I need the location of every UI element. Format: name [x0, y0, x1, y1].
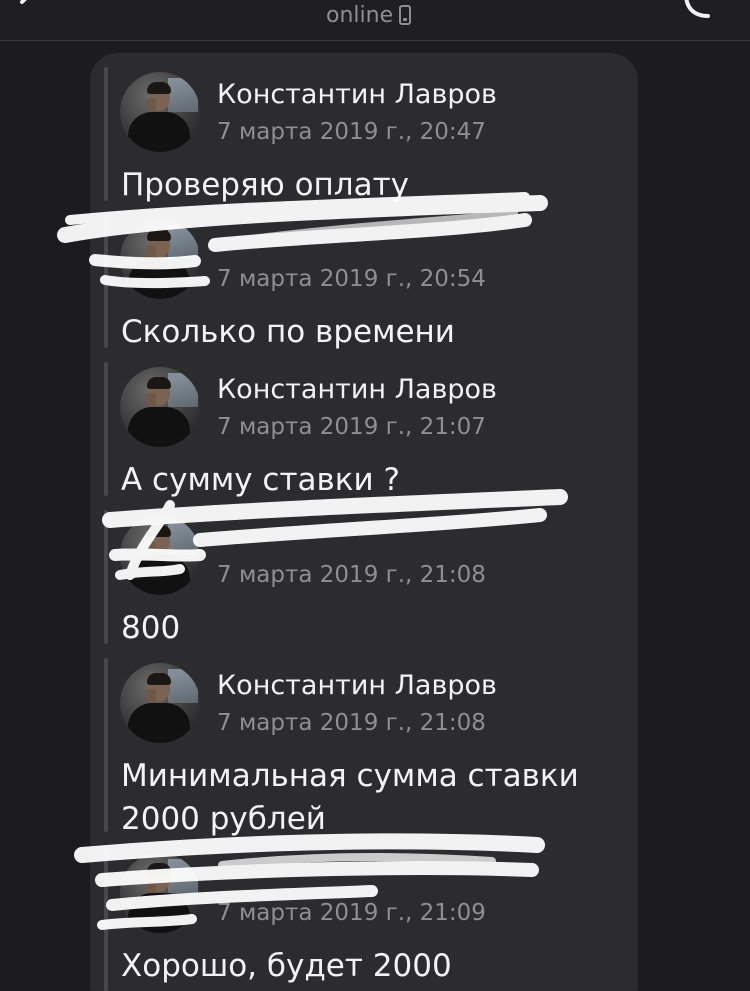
forwarded-message: Константин Лавров 7 марта 2019 г., 21:08… [104, 652, 624, 837]
sender-name[interactable]: Константин Лавров [217, 670, 497, 701]
chevron-left-icon[interactable] [14, 0, 42, 14]
message-text: А сумму ставки ? [121, 462, 400, 498]
avatar[interactable] [120, 663, 200, 743]
message-timestamp: 7 марта 2019 г., 20:54 [217, 266, 486, 292]
sender-name[interactable]: Константин Лавров [217, 79, 497, 110]
phone-handset-icon [399, 5, 412, 25]
forwarded-message: 7 марта 2019 г., 20:54 Сколько по времен… [104, 208, 624, 350]
avatar[interactable] [120, 367, 200, 447]
message-timestamp: 7 марта 2019 г., 21:09 [217, 900, 486, 926]
message-text: Хорошо, будет 2000 [121, 948, 452, 984]
avatar[interactable] [120, 853, 200, 933]
message-timestamp: 7 марта 2019 г., 20:47 [217, 119, 486, 145]
presence-label: online [326, 2, 394, 28]
presence-status: online [326, 2, 412, 28]
message-timestamp: 7 марта 2019 г., 21:08 [217, 562, 486, 588]
message-text: Минимальная сумма ставки 2000 рублей [121, 758, 579, 837]
chat-header: online [0, 0, 750, 41]
message-timestamp: 7 марта 2019 г., 21:07 [217, 414, 486, 440]
avatar[interactable] [120, 219, 200, 299]
avatar[interactable] [120, 72, 200, 152]
message-text: Проверяю оплату [121, 167, 410, 203]
forwarded-message: Константин Лавров 7 марта 2019 г., 21:07… [104, 356, 624, 498]
message-text: Сколько по времени [121, 314, 455, 350]
forwarded-message: 7 марта 2019 г., 21:08 800 [104, 504, 624, 646]
forwarded-message: 7 марта 2019 г., 21:09 Хорошо, будет 200… [104, 842, 624, 991]
message-text: 800 [121, 610, 181, 646]
chat-screen: online Константин Лавров 7 марта 2019 г.… [0, 0, 750, 991]
forwarded-message: Константин Лавров 7 марта 2019 г., 20:47… [104, 61, 624, 203]
message-timestamp: 7 марта 2019 г., 21:08 [217, 710, 486, 736]
sender-name[interactable]: Константин Лавров [217, 374, 497, 405]
avatar[interactable] [120, 515, 200, 595]
call-icon[interactable] [680, 0, 714, 22]
